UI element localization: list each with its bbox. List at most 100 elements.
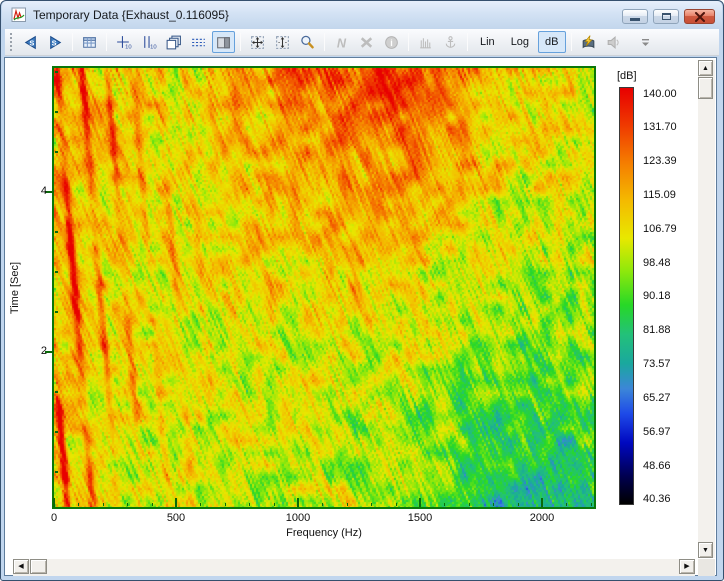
info-button[interactable]: i — [380, 31, 403, 53]
window-title: Temporary Data {Exhaust_0.116095} — [33, 8, 229, 22]
colorbar-tick-label: 73.57 — [643, 358, 691, 370]
colorbar-tick-label: 131.70 — [643, 121, 691, 133]
y-minor-tick — [55, 151, 58, 153]
db-scale-button[interactable]: dB — [538, 31, 565, 53]
svg-text:i: i — [390, 37, 393, 47]
prev-record-button[interactable]: S — [19, 31, 42, 53]
overflow-icon — [639, 35, 652, 50]
grid-icon — [81, 34, 98, 51]
x-tick-label: 2000 — [512, 512, 572, 524]
scroll-right-icon: ▶ — [684, 563, 689, 570]
speaker-icon — [605, 34, 622, 51]
spectrogram-canvas[interactable] — [54, 68, 594, 507]
svg-text:S: S — [52, 38, 57, 47]
colormap-icon — [215, 34, 232, 51]
vertical-cursor-button[interactable]: 10 — [137, 31, 160, 53]
horizontal-scrollbar[interactable]: ◀ ▶ — [13, 559, 695, 576]
svg-text:S: S — [29, 38, 34, 47]
x-minor-tick — [396, 503, 397, 506]
colorbar-tick-label: 48.66 — [643, 460, 691, 472]
x-minor-tick — [347, 503, 348, 506]
svg-text:10: 10 — [150, 44, 157, 50]
vertical-scroll-thumb[interactable] — [698, 77, 713, 99]
next-s-icon: S — [47, 34, 64, 51]
x-minor-tick — [469, 503, 470, 506]
x-cross-icon — [358, 34, 375, 51]
scroll-down-icon: ▼ — [702, 547, 709, 554]
x-major-tick — [297, 498, 299, 507]
info-icon: i — [383, 34, 400, 51]
harmonic-cursor-button[interactable] — [414, 31, 437, 53]
scroll-left-button[interactable]: ◀ — [13, 559, 29, 574]
delete-cursor-button[interactable] — [355, 31, 378, 53]
x-minor-tick — [103, 503, 104, 506]
spectra-view-button[interactable] — [187, 31, 210, 53]
y-minor-tick — [55, 391, 58, 393]
scroll-right-button[interactable]: ▶ — [679, 559, 695, 574]
toolbar-separator — [106, 33, 107, 51]
scroll-down-button[interactable]: ▼ — [698, 542, 713, 558]
x-minor-tick — [152, 503, 153, 506]
x-major-tick — [53, 498, 55, 507]
waterfall-view-button[interactable] — [162, 31, 185, 53]
colorbar-tick-label: 65.27 — [643, 392, 691, 404]
toolbar-separator — [324, 33, 325, 51]
scroll-up-button[interactable]: ▲ — [698, 60, 713, 76]
anchor-cursor-button[interactable] — [439, 31, 462, 53]
data-grid-button[interactable] — [78, 31, 101, 53]
autoscale-y-button[interactable] — [271, 31, 294, 53]
zoom-button[interactable] — [296, 31, 319, 53]
vertical-scrollbar[interactable]: ▲ ▼ — [698, 60, 715, 558]
magnifier-icon — [299, 34, 316, 51]
log-scale-button[interactable]: Log — [504, 31, 536, 53]
autoscale-xy-button[interactable] — [246, 31, 269, 53]
y-minor-tick — [55, 471, 58, 473]
x-minor-tick — [225, 503, 226, 506]
next-record-button[interactable]: S — [44, 31, 67, 53]
colormap-view-button[interactable] — [212, 31, 235, 53]
restore-icon — [662, 13, 671, 20]
x-minor-tick — [274, 503, 275, 506]
x-minor-tick — [371, 503, 372, 506]
colorbar-tick-label: 81.88 — [643, 324, 691, 336]
x-tick-label: 1500 — [390, 512, 450, 524]
x-minor-tick — [518, 503, 519, 506]
toolbar: S S 10 10 Ni LinLogdB — [5, 29, 719, 56]
fit-all-icon — [249, 34, 266, 51]
cursor-v-icon: 10 — [140, 34, 157, 51]
y-minor-tick — [55, 71, 58, 73]
export-button[interactable] — [577, 31, 600, 53]
titlebar[interactable]: Temporary Data {Exhaust_0.116095} — [2, 1, 722, 29]
curve-fit-button[interactable]: N — [330, 31, 353, 53]
toolbar-overflow-button[interactable] — [634, 31, 657, 53]
x-minor-tick — [78, 503, 79, 506]
x-minor-tick — [322, 503, 323, 506]
restore-button[interactable] — [653, 9, 679, 24]
x-minor-tick — [127, 503, 128, 506]
comb-icon — [417, 34, 434, 51]
svg-text:10: 10 — [125, 44, 132, 50]
scroll-up-icon: ▲ — [702, 65, 709, 72]
close-button[interactable] — [684, 9, 715, 24]
x-tick-label: 1000 — [268, 512, 328, 524]
horizontal-scroll-thumb[interactable] — [30, 559, 47, 574]
colorbar-tick-label: 90.18 — [643, 290, 691, 302]
toolbar-grip[interactable] — [10, 33, 13, 51]
fit-y-icon — [274, 34, 291, 51]
app-window: Temporary Data {Exhaust_0.116095} S S 10 10… — [0, 0, 724, 581]
lin-scale-button[interactable]: Lin — [473, 31, 502, 53]
play-audio-button[interactable] — [602, 31, 625, 53]
colorbar-tick-label: 40.36 — [643, 493, 691, 505]
y-axis-title: Time [Sec] — [9, 238, 23, 338]
anchor-icon — [442, 34, 459, 51]
colorbar-unit-label: [dB] — [617, 70, 637, 82]
minimize-icon — [630, 18, 640, 21]
window-controls — [622, 9, 715, 24]
x-major-tick — [541, 498, 543, 507]
y-minor-tick — [55, 311, 58, 313]
horizontal-cursor-button[interactable]: 10 — [112, 31, 135, 53]
minimize-button[interactable] — [622, 9, 648, 24]
resize-grip[interactable] — [698, 559, 715, 576]
cursor-h-icon: 10 — [115, 34, 132, 51]
x-minor-tick — [200, 503, 201, 506]
